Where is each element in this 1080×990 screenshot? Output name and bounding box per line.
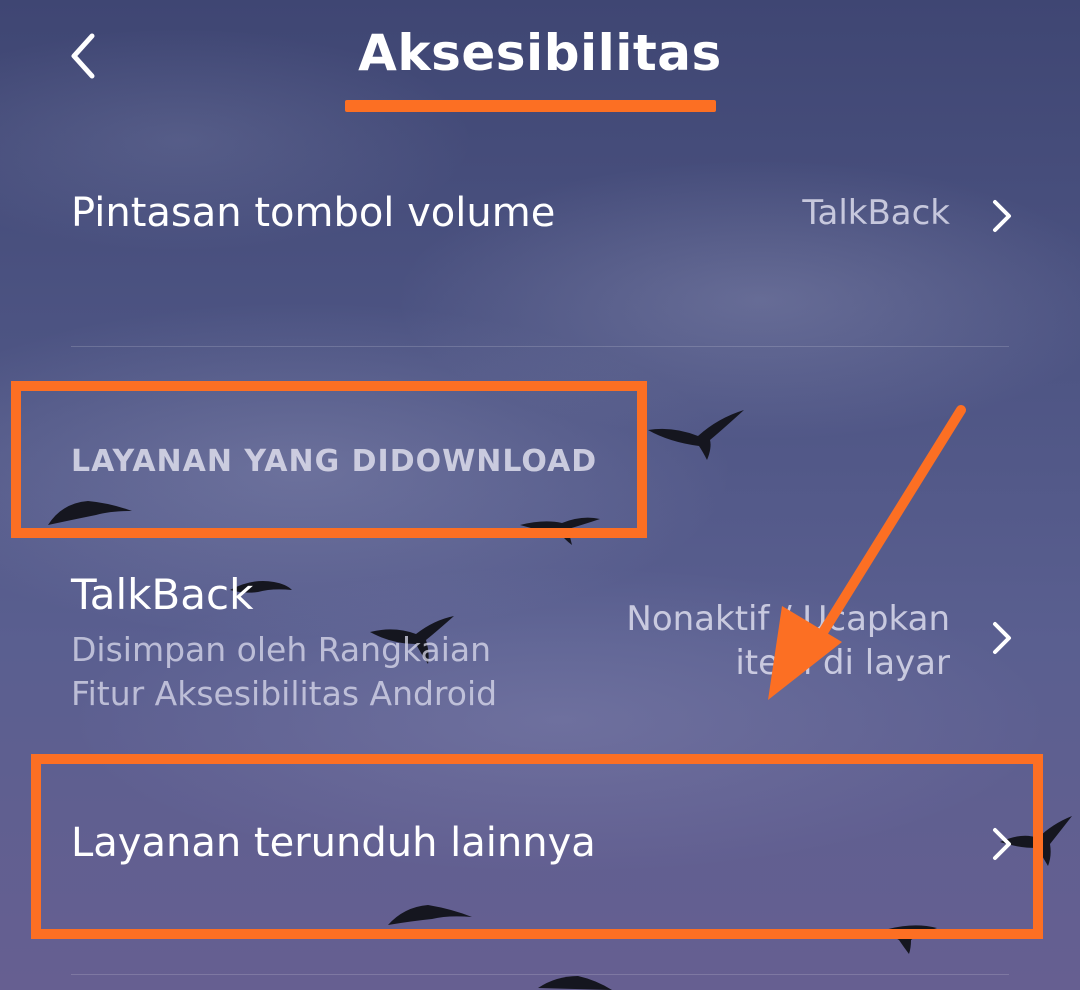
back-button[interactable] [58,28,114,84]
bird-silhouette-icon [538,976,612,990]
title-underline-annotation [345,100,716,112]
chevron-right-icon [993,200,1011,232]
chevron-left-icon [71,33,95,79]
section-header-highlight-box [11,381,647,538]
page-title: Aksesibilitas [358,24,722,82]
talkback-status: Nonaktif / Ucapkan item di layar [626,597,950,685]
volume-shortcut-value: TalkBack [802,193,950,233]
talkback-label: TalkBack [71,570,254,619]
volume-shortcut-row[interactable]: Pintasan tombol volume TalkBack [0,168,1080,268]
talkback-status-line1: Nonaktif / Ucapkan [626,599,950,639]
talkback-row[interactable]: TalkBack Disimpan oleh Rangkaian Fitur A… [0,560,1080,730]
bird-silhouette-icon [648,410,744,460]
talkback-status-line2: item di layar [735,643,950,683]
more-services-highlight-box [31,754,1043,939]
chevron-right-icon [993,622,1011,654]
section-divider [71,346,1009,347]
volume-shortcut-label: Pintasan tombol volume [71,190,556,236]
talkback-subtitle-line1: Disimpan oleh Rangkaian [71,630,492,669]
bottom-divider [71,974,1009,975]
talkback-subtitle-line2: Fitur Aksesibilitas Android [71,674,498,713]
